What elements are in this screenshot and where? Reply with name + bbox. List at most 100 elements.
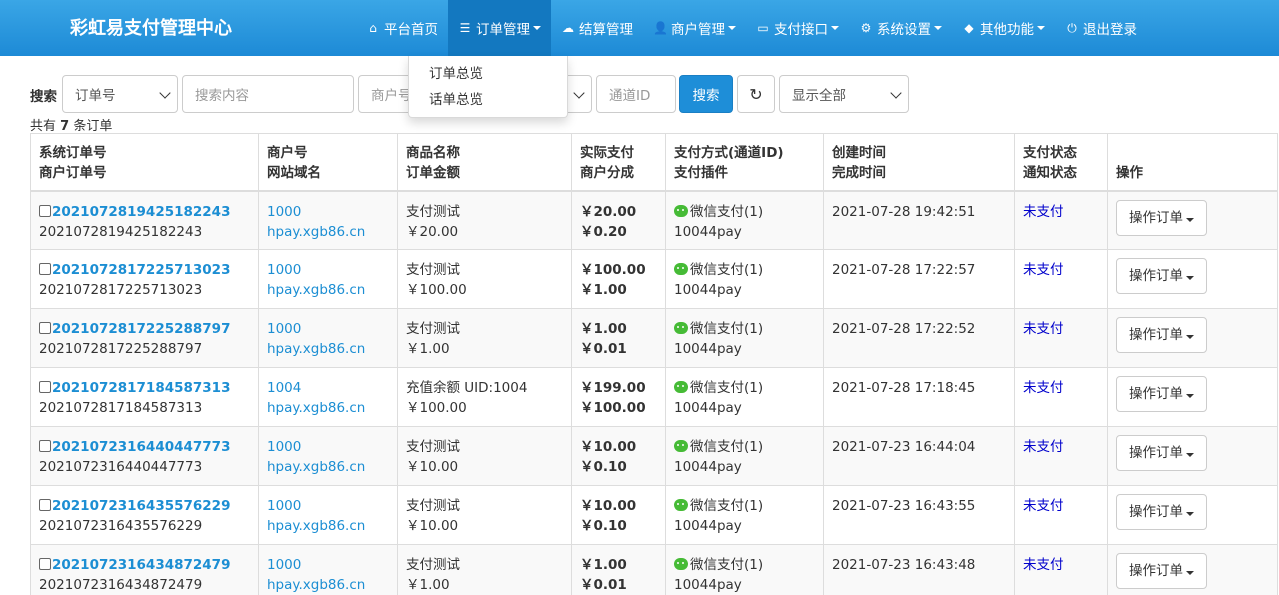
caret-down-icon	[1037, 26, 1045, 30]
nav-item-7[interactable]: ⏻ 退出登录	[1055, 0, 1147, 56]
product-name: 支付测试	[406, 262, 460, 278]
operate-order-label: 操作订单	[1129, 268, 1183, 284]
table-row: 2021072817225713023 2021072817225713023 10…	[30, 249, 1278, 309]
row-checkbox[interactable]	[39, 322, 51, 334]
nav-item-4[interactable]: ▭ 支付接口	[746, 0, 849, 56]
caret-down-icon	[934, 26, 942, 30]
merchant-id-link[interactable]: 1000	[267, 437, 389, 457]
real-pay: ￥20.00	[580, 203, 637, 220]
operate-order-label: 操作订单	[1129, 327, 1183, 343]
site-domain-link[interactable]: hpay.xgb86.cn	[267, 575, 389, 595]
brand-title[interactable]: 彩虹易支付管理中心	[70, 0, 232, 56]
operate-order-button[interactable]: 操作订单	[1116, 199, 1207, 236]
row-checkbox[interactable]	[39, 440, 51, 452]
column-header-line: 商品名称	[406, 145, 460, 161]
cell-pay-type: 微信支付(1) 10044pay	[665, 426, 824, 486]
pay-status-link[interactable]: 未支付	[1023, 378, 1099, 398]
trade-no-link[interactable]: 2021072819425182243	[52, 204, 230, 220]
caret-down-icon	[1186, 571, 1194, 575]
site-domain-link[interactable]: hpay.xgb86.cn	[267, 339, 389, 359]
pay-plugin: 10044pay	[674, 577, 742, 593]
row-checkbox[interactable]	[39, 381, 51, 393]
search-keyword-input[interactable]: 搜索内容	[182, 75, 354, 113]
operate-order-button[interactable]: 操作订单	[1116, 376, 1207, 412]
cell-order-no: 2021072316440447773 2021072316440447773	[30, 426, 259, 486]
cell-actions: 操作订单	[1107, 544, 1278, 595]
nav-item-2[interactable]: ☁ 结算管理	[551, 0, 643, 56]
cell-order-no: 2021072316434872479 2021072316434872479	[30, 544, 259, 595]
nav-item-3[interactable]: 👤 商户管理	[643, 0, 746, 56]
pay-status-link[interactable]: 未支付	[1023, 319, 1099, 339]
refresh-button[interactable]: ↻	[737, 75, 775, 113]
chevron-down-icon	[159, 87, 171, 99]
wechat-icon	[674, 440, 688, 452]
row-checkbox[interactable]	[39, 558, 51, 570]
nav-item-label: 平台首页	[384, 22, 438, 38]
real-pay: ￥1.00	[580, 557, 627, 573]
orders-table: 系统订单号 商户订单号 商户号 网站域名 商品名称 订单金额 实际支付 商户分成 支付方式(通道…	[30, 133, 1278, 595]
pay-status-link[interactable]: 未支付	[1023, 496, 1099, 516]
status-filter-select[interactable]: 显示全部	[779, 75, 909, 113]
site-domain-link[interactable]: hpay.xgb86.cn	[267, 398, 389, 418]
caret-down-icon	[533, 26, 541, 30]
search-button[interactable]: 搜索	[679, 75, 733, 113]
nav-item-label: 商户管理	[671, 22, 725, 38]
site-domain-link[interactable]: hpay.xgb86.cn	[267, 280, 389, 300]
operate-order-button[interactable]: 操作订单	[1116, 258, 1207, 294]
operate-order-button[interactable]: 操作订单	[1116, 317, 1207, 353]
caret-down-icon	[1186, 276, 1194, 280]
table-row: 2021072316435576229 2021072316435576229 10…	[30, 485, 1278, 545]
nav-item-1[interactable]: ☰ 订单管理	[448, 0, 551, 56]
merchant-id-link[interactable]: 1000	[267, 319, 389, 339]
merchant-id-placeholder: 商户号	[371, 88, 412, 104]
dropdown-item-order-overview[interactable]: 订单总览	[409, 62, 567, 88]
trade-no-link[interactable]: 2021072817225288797	[52, 321, 230, 337]
nav-item-0[interactable]: ⌂ 平台首页	[356, 0, 448, 56]
column-header-0: 系统订单号 商户订单号	[30, 133, 259, 192]
status-filter-value: 显示全部	[792, 88, 846, 104]
row-checkbox[interactable]	[39, 499, 51, 511]
pay-status-link[interactable]: 未支付	[1023, 260, 1099, 280]
row-checkbox[interactable]	[39, 204, 51, 217]
site-domain-link[interactable]: hpay.xgb86.cn	[267, 516, 389, 536]
trade-no-link[interactable]: 2021072817225713023	[52, 262, 230, 278]
merchant-id-link[interactable]: 1000	[267, 496, 389, 516]
channel-id-input[interactable]: 通道ID	[596, 75, 676, 113]
user-icon: 👤	[653, 21, 668, 35]
real-pay: ￥10.00	[580, 498, 637, 514]
caret-down-icon	[831, 26, 839, 30]
trade-no-link[interactable]: 2021072316440447773	[52, 439, 230, 455]
order-no-line: 2021072316435576229	[39, 496, 250, 516]
row-checkbox[interactable]	[39, 263, 51, 275]
pay-type-line: 微信支付(1)	[674, 496, 815, 516]
pay-status-link[interactable]: 未支付	[1023, 437, 1099, 457]
dropdown-item-call-overview[interactable]: 话单总览	[409, 88, 567, 114]
pay-status-link[interactable]: 未支付	[1023, 555, 1099, 575]
site-domain-link[interactable]: hpay.xgb86.cn	[267, 457, 389, 477]
merchant-id-link[interactable]: 1000	[267, 260, 389, 280]
merchant-id-link[interactable]: 1000	[267, 555, 389, 575]
trade-no-link[interactable]: 2021072316434872479	[52, 557, 230, 573]
site-domain-link[interactable]: hpay.xgb86.cn	[267, 222, 389, 242]
trade-no-link[interactable]: 2021072316435576229	[52, 498, 230, 514]
operate-order-button[interactable]: 操作订单	[1116, 494, 1207, 530]
cell-actions: 操作订单	[1107, 426, 1278, 486]
column-header-7: 操作	[1107, 133, 1278, 192]
nav-item-6[interactable]: ◆ 其他功能	[952, 0, 1055, 56]
trade-no-link[interactable]: 2021072817184587313	[52, 380, 230, 396]
operate-order-button[interactable]: 操作订单	[1116, 435, 1207, 471]
cell-amounts: ￥10.00 ￥0.10	[571, 485, 666, 545]
merchant-id-link[interactable]: 1004	[267, 378, 389, 398]
operate-order-button[interactable]: 操作订单	[1116, 553, 1207, 589]
nav-item-label: 结算管理	[579, 22, 633, 38]
table-row: 2021072316434872479 2021072316434872479 10…	[30, 544, 1278, 595]
pay-status-link[interactable]: 未支付	[1023, 202, 1099, 222]
merchant-id-link[interactable]: 1000	[267, 202, 389, 222]
search-field-select[interactable]: 订单号	[62, 75, 178, 113]
pay-type-line: 微信支付(1)	[674, 260, 815, 280]
out-trade-no: 2021072316435576229	[39, 518, 203, 534]
table-row: 2021072817184587313 2021072817184587313 10…	[30, 367, 1278, 427]
cell-status: 未支付	[1014, 308, 1108, 368]
order-amount: ￥100.00	[406, 282, 467, 298]
nav-item-5[interactable]: ⚙ 系统设置	[849, 0, 952, 56]
